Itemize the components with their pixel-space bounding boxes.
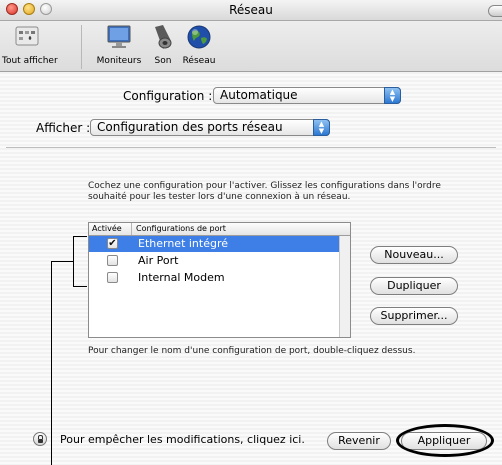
tab-area-divider <box>6 147 496 148</box>
table-row[interactable]: ✔ Ethernet intégré <box>89 236 339 252</box>
toolbar-label: Tout afficher <box>2 56 58 66</box>
toolbar-monitors[interactable]: Moniteurs <box>94 23 144 66</box>
table-scrollbar[interactable] <box>339 236 350 337</box>
popup-arrows-icon: ▲ ▼ <box>313 119 330 136</box>
active-checkbox[interactable] <box>107 272 118 283</box>
column-header-active[interactable]: Activée <box>89 223 132 235</box>
active-checkbox[interactable]: ✔ <box>107 238 118 249</box>
toolbar-label: Moniteurs <box>96 56 142 66</box>
toolbar-label: Réseau <box>182 56 216 66</box>
window-title: Réseau <box>229 3 273 17</box>
configuration-popup[interactable]: Automatique ▲ ▼ <box>213 87 401 104</box>
show-label: Afficher : <box>36 121 91 135</box>
description-text: Cochez une configuration pour l'activer.… <box>88 181 441 202</box>
table-row[interactable]: Air Port <box>89 253 339 269</box>
show-popup[interactable]: Configuration des ports réseau ▲ ▼ <box>90 119 330 136</box>
configuration-value: Automatique <box>220 88 298 102</box>
port-name: Air Port <box>138 254 179 267</box>
active-checkbox[interactable] <box>107 255 118 266</box>
configuration-label: Configuration : <box>123 89 213 103</box>
lock-body <box>38 439 43 443</box>
speaker-icon <box>155 25 172 49</box>
toolbar-separator <box>81 25 82 69</box>
revert-button[interactable]: Revenir <box>327 432 391 450</box>
port-configurations-table: Activée Configurations de port ✔ Etherne… <box>88 222 351 338</box>
callout-line <box>51 261 52 465</box>
title-bar: Réseau <box>0 0 502 21</box>
delete-button[interactable]: Supprimer... <box>370 307 458 325</box>
port-name: Internal Modem <box>138 271 225 284</box>
callout-circle <box>396 424 494 457</box>
new-button[interactable]: Nouveau... <box>370 246 458 264</box>
preferences-window: Réseau Tout afficher Moniteurs Son Résea… <box>0 0 502 465</box>
table-row[interactable]: Internal Modem <box>89 270 339 286</box>
duplicate-button[interactable]: Dupliquer <box>370 277 458 295</box>
callout-bracket <box>73 236 87 287</box>
toolbar-show-all[interactable]: Tout afficher <box>2 23 58 66</box>
monitor-icon <box>107 25 131 48</box>
callout-line <box>51 261 74 262</box>
toolbar-toggle-button[interactable] <box>488 5 502 17</box>
lock-text: Pour empêcher les modifications, cliquez… <box>60 433 305 446</box>
rename-hint-text: Pour changer le nom d'une configuration … <box>88 346 416 356</box>
show-all-icon <box>15 26 39 46</box>
port-name: Ethernet intégré <box>138 237 229 250</box>
toolbar-label: Son <box>154 56 172 66</box>
toolbar-network[interactable]: Réseau <box>181 23 217 66</box>
toolbar: Tout afficher Moniteurs Son Réseau <box>0 21 502 72</box>
globe-icon <box>187 25 211 49</box>
popup-arrows-icon: ▲ ▼ <box>384 87 401 104</box>
table-header: Activée Configurations de port <box>89 223 350 236</box>
lock-icon[interactable] <box>33 432 47 446</box>
column-header-port[interactable]: Configurations de port <box>133 223 226 235</box>
show-value: Configuration des ports réseau <box>97 120 283 134</box>
toolbar-sound[interactable]: Son <box>148 23 178 66</box>
